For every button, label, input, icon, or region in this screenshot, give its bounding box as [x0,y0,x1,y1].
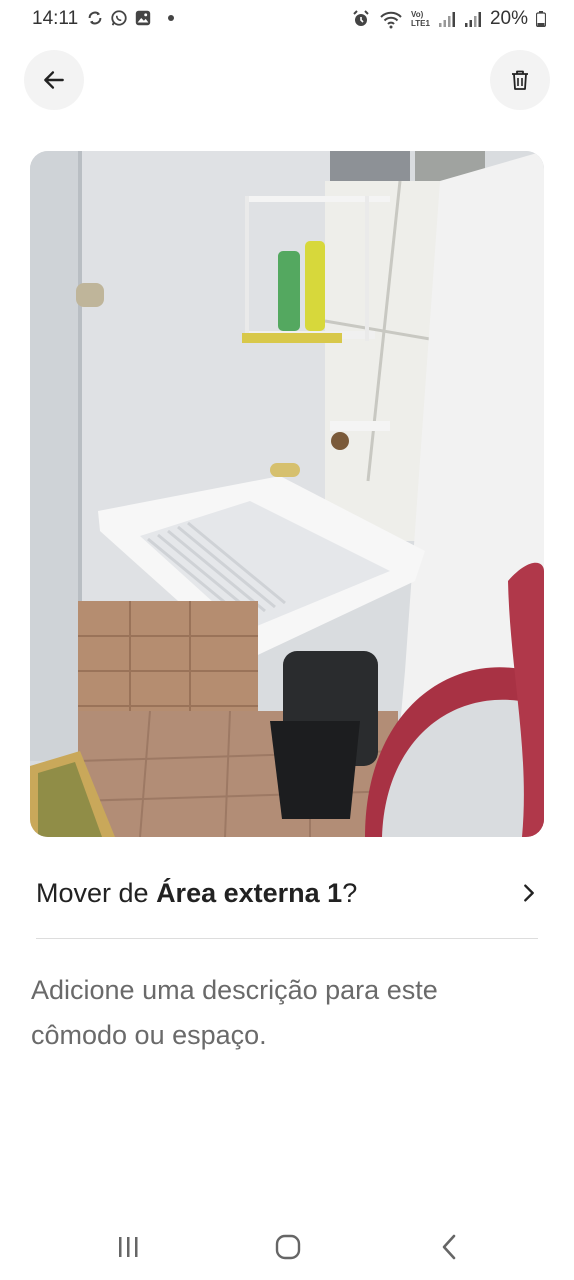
battery-percentage: 20% [489,8,528,29]
laundry-sink-photo [30,151,544,837]
status-time: 14:11 [32,8,79,29]
room-name: Área externa 1 [156,877,343,908]
move-room-row[interactable]: Mover de Área externa 1? [36,860,540,926]
move-room-text: Mover de Área externa 1? [36,878,357,909]
status-bar: 14:11 Vo) LTE1 20% [0,0,574,40]
recent-apps-icon [119,1237,138,1257]
delete-button[interactable] [490,50,550,110]
divider [36,938,538,939]
home-icon [275,1234,301,1260]
description-input[interactable]: Adicione uma descrição para este cômodo … [31,968,531,1058]
recent-apps-button[interactable] [108,1232,148,1262]
battery-icon [536,11,546,27]
wifi-icon [380,11,402,29]
home-button[interactable] [268,1232,308,1262]
trash-icon [512,70,528,90]
move-suffix: ? [342,877,358,908]
arrow-left-icon [44,71,64,89]
volte-icon: Vo) LTE1 [411,10,430,28]
chevron-right-icon [524,884,534,902]
whatsapp-icon [111,10,127,26]
gallery-icon [135,10,151,26]
signal-icon-2 [464,12,481,27]
notification-dot [168,15,174,21]
back-nav-button[interactable] [430,1232,470,1262]
signal-icon [438,12,455,27]
alarm-icon [353,10,369,26]
move-prefix: Mover de [36,877,157,908]
back-nav-icon [442,1234,456,1260]
system-nav-bar [0,1210,574,1280]
status-left-icons [86,9,174,27]
back-button[interactable] [24,50,84,110]
status-right-icons: Vo) LTE1 20% [351,8,546,30]
room-photo[interactable] [30,151,544,837]
sync-icon [88,11,102,25]
